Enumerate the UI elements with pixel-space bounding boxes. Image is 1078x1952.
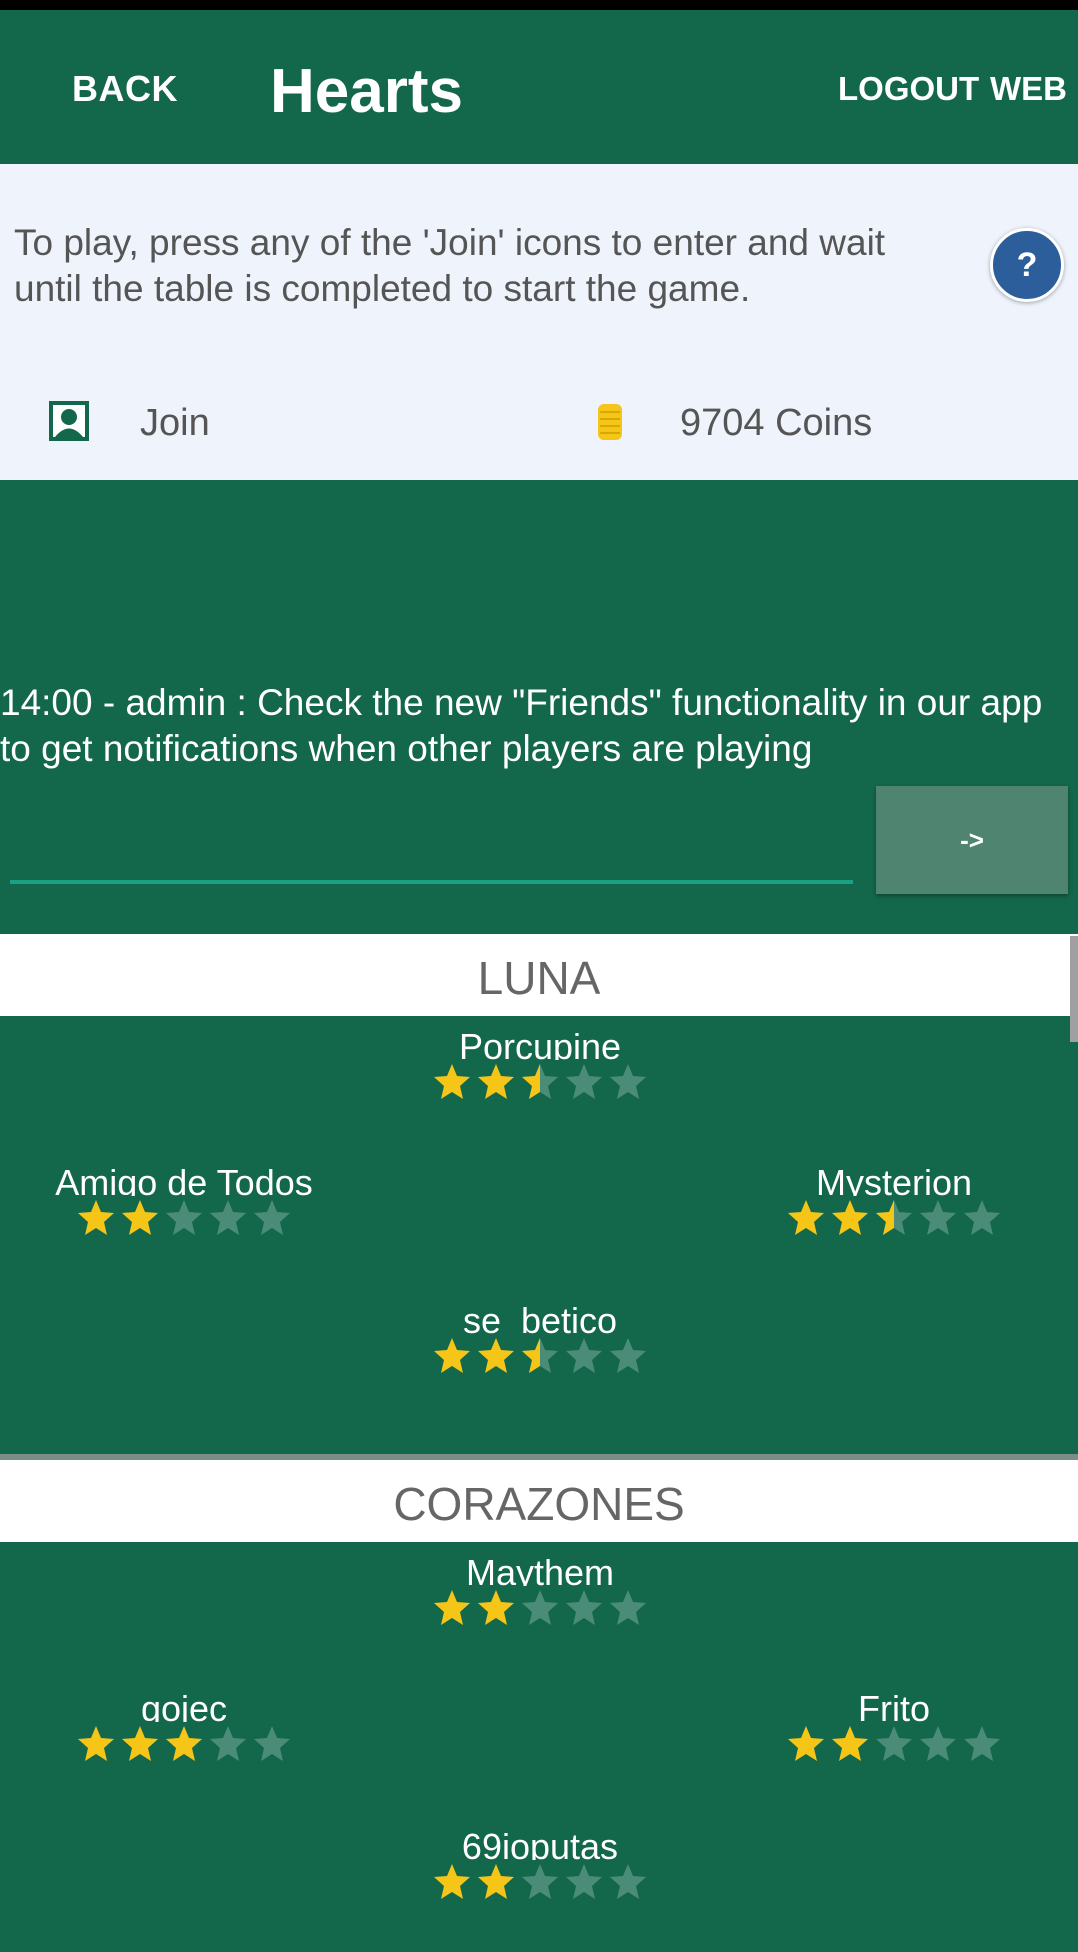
star-empty-icon [876,1726,912,1761]
star-filled-icon [122,1726,158,1761]
star-empty-icon [610,1338,646,1373]
star-filled-icon [434,1590,470,1625]
seat-left[interactable]: gojec [34,1686,334,1773]
coin-stack-icon [598,404,622,440]
player-rating [390,1336,690,1385]
app-bar: BACK Hearts LOGOUT WEB [0,10,1078,164]
star-half-icon [522,1064,558,1099]
star-empty-icon [522,1590,558,1625]
chat-input[interactable] [10,800,853,884]
star-empty-icon [920,1726,956,1761]
star-filled-icon [478,1590,514,1625]
star-filled-icon [166,1726,202,1761]
star-filled-icon [434,1338,470,1373]
seat-bottom[interactable]: 69ioputas [390,1824,690,1911]
seat-top[interactable]: Maythem [390,1550,690,1637]
user-icon[interactable] [48,400,90,442]
star-filled-icon [832,1200,868,1235]
instructions-text: To play, press any of the 'Join' icons t… [14,222,886,309]
player-rating [390,1588,690,1637]
star-filled-icon [478,1338,514,1373]
player-name: Amigo de Todos [55,1162,313,1196]
star-empty-icon [522,1864,558,1899]
star-empty-icon [920,1200,956,1235]
star-empty-icon [254,1200,290,1235]
player-rating [390,1862,690,1911]
star-filled-icon [478,1064,514,1099]
player-name: se_betico [462,1300,618,1334]
chat-message: 14:00 - admin : Check the new "Friends" … [0,682,1043,769]
star-filled-icon [832,1726,868,1761]
star-filled-icon [434,1064,470,1099]
star-half-icon [522,1338,558,1373]
seat-right[interactable]: Mysterion [744,1160,1044,1247]
star-empty-icon [610,1864,646,1899]
star-empty-icon [610,1064,646,1099]
seat-bottom[interactable]: se_betico [390,1298,690,1385]
star-half-icon [876,1200,912,1235]
seat-right[interactable]: Frito [744,1686,1044,1773]
star-empty-icon [964,1726,1000,1761]
status-bar [0,0,1078,10]
star-filled-icon [788,1200,824,1235]
web-button[interactable]: WEB [990,70,1067,108]
star-empty-icon [166,1200,202,1235]
star-empty-icon [566,1064,602,1099]
star-filled-icon [788,1726,824,1761]
join-label[interactable]: Join [140,402,210,445]
send-button[interactable]: -> [876,786,1068,894]
table-luna: Porcupine Amigo de Todos Mysterion se_be… [0,1016,1078,1454]
back-button[interactable]: BACK [72,68,178,110]
star-empty-icon [566,1338,602,1373]
star-empty-icon [210,1726,246,1761]
logout-button[interactable]: LOGOUT [838,70,979,108]
star-empty-icon [210,1200,246,1235]
player-name: gojec [140,1688,228,1722]
player-rating [34,1724,334,1773]
player-name: Frito [858,1688,930,1722]
star-filled-icon [434,1864,470,1899]
player-name: Maythem [465,1552,615,1586]
help-button[interactable]: ? [990,228,1064,302]
player-name: Porcupine [458,1026,622,1060]
star-empty-icon [610,1590,646,1625]
scrollbar[interactable] [1070,936,1078,1042]
info-panel: To play, press any of the 'Join' icons t… [0,164,1078,480]
star-empty-icon [964,1200,1000,1235]
player-name: Mysterion [815,1162,973,1196]
star-filled-icon [78,1726,114,1761]
star-filled-icon [78,1200,114,1235]
table-corazones: Maythem gojec Frito 69ioputas [0,1542,1078,1952]
star-empty-icon [566,1590,602,1625]
coin-balance: 9704 Coins [680,402,873,444]
player-rating [34,1198,334,1247]
player-rating [744,1724,1044,1773]
seat-left[interactable]: Amigo de Todos [34,1160,334,1247]
star-empty-icon [566,1864,602,1899]
page-title: Hearts [270,57,463,126]
player-name: 69ioputas [461,1826,619,1860]
player-rating [744,1198,1044,1247]
table-name-luna: LUNA [0,934,1078,1016]
table-name-corazones: CORAZONES [0,1460,1078,1542]
seat-top[interactable]: Porcupine [390,1024,690,1111]
star-filled-icon [478,1864,514,1899]
star-empty-icon [254,1726,290,1761]
player-rating [390,1062,690,1111]
star-filled-icon [122,1200,158,1235]
